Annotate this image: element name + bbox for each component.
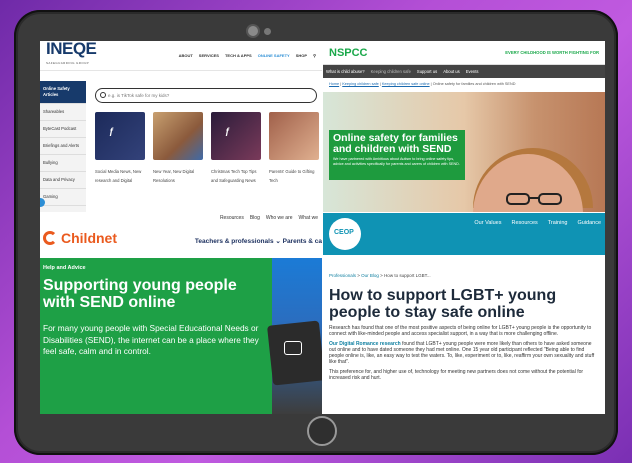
menu-item-child-abuse[interactable]: What is child abuse?: [326, 69, 365, 74]
menu-item-support-us[interactable]: Support us: [417, 69, 437, 74]
breadcrumb-professionals[interactable]: Professionals: [329, 273, 356, 278]
hero-text: We have partnered with Ambitious about A…: [333, 157, 460, 166]
nav-training[interactable]: Training: [548, 220, 568, 226]
ineqe-logo[interactable]: INEQE SAFEGUARDING GROUP: [46, 41, 97, 70]
breadcrumb: Home | Keeping children safe | Keeping c…: [329, 82, 516, 86]
article-card-title[interactable]: Christmas Tech Top Tips and Safeguarding…: [211, 168, 261, 185]
menu-item-events[interactable]: Events: [466, 69, 479, 74]
hero-body: For many young people with Special Educa…: [43, 323, 259, 356]
menu-item-keeping-safe[interactable]: Keeping children safe: [371, 69, 411, 74]
childnet-utility-nav: Resources Blog Who we are What we: [220, 215, 318, 221]
sidebar-item-gaming[interactable]: Gaming: [40, 189, 86, 206]
util-link-what-we[interactable]: What we: [299, 215, 318, 221]
ineqe-sidebar: Online Safety Articles Shareables ByteCa…: [40, 81, 86, 212]
camera-icon: [246, 24, 260, 38]
breadcrumb-keeping-safe[interactable]: Keeping children safe: [342, 82, 379, 86]
nspcc-header: NSPCC EVERY CHILDHOOD IS WORTH FIGHTING …: [323, 41, 605, 65]
tablet-screen: INEQE SAFEGUARDING GROUP ABOUT SERVICES …: [40, 41, 605, 414]
article-logo-icon: ƒ: [109, 126, 115, 136]
breadcrumb: Professionals > Our Blog > How to suppor…: [329, 273, 431, 278]
article-card-image[interactable]: [153, 112, 203, 160]
nav-resources[interactable]: Resources: [511, 220, 537, 226]
breadcrumb-current: Online safety for families and children …: [432, 82, 516, 86]
sidebar-item-data-privacy[interactable]: Data and Privacy: [40, 172, 86, 189]
nav-online-safety[interactable]: ONLINE SAFETY: [258, 53, 290, 58]
hero-title: Supporting young people with SEND online: [43, 277, 237, 311]
chat-bubble-icon: [284, 341, 302, 355]
article-paragraph: Research has found that one of the most …: [329, 325, 592, 337]
search-icon[interactable]: ⚲: [313, 53, 316, 58]
home-button[interactable]: [307, 416, 337, 446]
glasses-icon: [506, 193, 562, 205]
search-icon: [100, 92, 106, 98]
search-placeholder: e.g. is TikTok safe for my kids?: [108, 93, 170, 98]
childnet-logo-icon: [43, 231, 57, 245]
breadcrumb-current: How to support LGBT...: [384, 273, 431, 278]
article-card-title[interactable]: New Year, New Digital Resolutions: [153, 168, 203, 185]
nav-about[interactable]: ABOUT: [179, 53, 193, 58]
ceop-nav: Our Values Resources Training Guidance: [474, 220, 601, 226]
nav-our-values[interactable]: Our Values: [474, 220, 501, 226]
nspcc-tagline: EVERY CHILDHOOD IS WORTH FIGHTING FOR: [505, 50, 599, 55]
sidebar-item-online-safety-articles[interactable]: Online Safety Articles: [40, 81, 86, 104]
childnet-hero: Help and Advice Supporting young people …: [40, 258, 272, 414]
nspcc-panel: NSPCC EVERY CHILDHOOD IS WORTH FIGHTING …: [323, 41, 605, 212]
breadcrumb-our-blog[interactable]: Our Blog: [361, 273, 379, 278]
ineqe-nav: ABOUT SERVICES TECH & APPS ONLINE SAFETY…: [179, 53, 316, 58]
sidebar-item-bullying[interactable]: Bullying: [40, 155, 86, 172]
article-card-title[interactable]: Social Media News, New research and Digi…: [95, 168, 145, 185]
sidebar-item-briefings[interactable]: Briefings and Alerts: [40, 138, 86, 155]
breadcrumb-home[interactable]: Home: [329, 82, 339, 86]
ceop-logo[interactable]: CEOP: [329, 218, 361, 250]
article-title: How to support LGBT+ young people to sta…: [329, 287, 557, 321]
nav-tech-apps[interactable]: TECH & APPS: [225, 53, 252, 58]
hero-kicker: Help and Advice: [43, 265, 86, 271]
nav-guidance[interactable]: Guidance: [577, 220, 601, 226]
breadcrumb-keeping-safe-online[interactable]: Keeping children safe online: [382, 82, 430, 86]
childnet-main-nav[interactable]: Teachers & professionals ⌄ Parents & ca: [195, 237, 322, 245]
ineqe-header: INEQE SAFEGUARDING GROUP ABOUT SERVICES …: [40, 41, 322, 71]
util-link-resources[interactable]: Resources: [220, 215, 244, 221]
article-card-image[interactable]: [269, 112, 319, 160]
nspcc-menu: What is child abuse? Keeping children sa…: [323, 65, 605, 78]
search-input[interactable]: e.g. is TikTok safe for my kids?: [95, 88, 317, 103]
childnet-panel: Resources Blog Who we are What we Childn…: [40, 213, 322, 414]
sidebar-item-bytecast[interactable]: ByteCast Podcast: [40, 121, 86, 138]
childnet-logo[interactable]: Childnet: [43, 230, 117, 246]
hero-title: Online safety for families and children …: [333, 132, 458, 155]
nspcc-logo[interactable]: NSPCC: [329, 47, 368, 59]
ceop-header: CEOP Our Values Resources Training Guida…: [323, 213, 605, 255]
article-card-image[interactable]: ƒ: [211, 112, 261, 160]
sensor-icon: [264, 28, 271, 35]
sidebar-item-shareables[interactable]: Shareables: [40, 104, 86, 121]
article-logo-icon: ƒ: [225, 126, 231, 136]
util-link-who-we-are[interactable]: Who we are: [266, 215, 293, 221]
hero-callout: Online safety for families and children …: [329, 130, 465, 180]
menu-item-about-us[interactable]: About us: [443, 69, 460, 74]
article-card-image[interactable]: ƒ: [95, 112, 145, 160]
article-card-title[interactable]: Parents' Guide to Gifting Tech: [269, 168, 319, 185]
article-cards: ƒ ƒ: [95, 112, 320, 160]
article-paragraph: This preference for, and higher use of, …: [329, 369, 584, 381]
article-paragraph: Our Digital Romance research found that …: [329, 341, 595, 365]
ceop-panel: CEOP Our Values Resources Training Guida…: [323, 213, 605, 414]
util-link-blog[interactable]: Blog: [250, 215, 260, 221]
nav-shop[interactable]: SHOP: [296, 53, 307, 58]
nav-services[interactable]: SERVICES: [199, 53, 219, 58]
ineqe-panel: INEQE SAFEGUARDING GROUP ABOUT SERVICES …: [40, 41, 322, 212]
